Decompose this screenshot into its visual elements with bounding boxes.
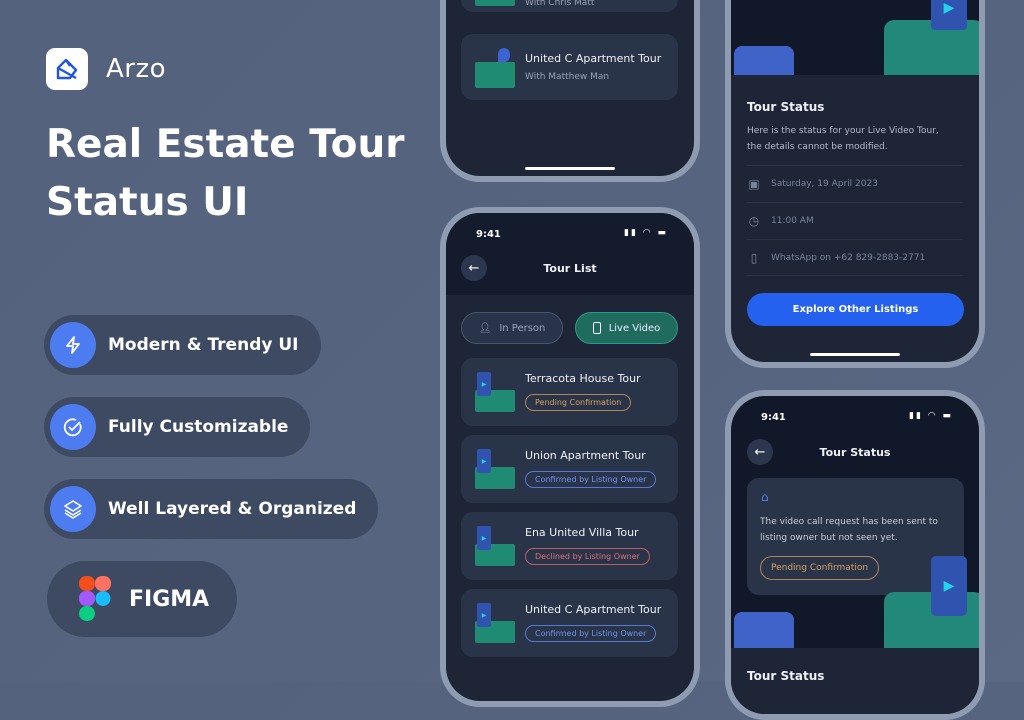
section-title: Tour Status	[747, 669, 825, 683]
headline: Real Estate Tour Status UI	[46, 122, 405, 225]
home-indicator	[810, 353, 900, 356]
date-row: ▣ Saturday, 19 April 2023	[747, 165, 963, 202]
item-title: Ena United Villa Tour	[525, 526, 639, 539]
check-circle-icon	[50, 404, 96, 450]
person-icon: 👤︎	[478, 322, 492, 334]
feature-label: Well Layered & Organized	[108, 499, 357, 519]
status-time: 9:41	[476, 229, 501, 240]
section-title: Tour Status	[747, 100, 825, 114]
status-message: The video call request has been sent to …	[760, 517, 938, 543]
status-badge: Pending Confirmation	[525, 394, 632, 411]
card-subtitle: With Chris Matt	[525, 0, 595, 8]
time-value: 11:00 AM	[771, 216, 814, 226]
house-logo-icon	[56, 58, 78, 80]
contact-value: WhatsApp on +62 829-2883-2771	[771, 252, 926, 263]
video-phone-icon: ▶	[477, 603, 491, 627]
feature-label: Modern & Trendy UI	[108, 335, 299, 355]
house-illustration-icon	[475, 62, 515, 88]
header-bar	[446, 213, 694, 295]
phone-tour-list: 9:41 ▮▮ ◠ ▬ ← Tour List 👤︎ In Person Live…	[440, 207, 700, 707]
card-title: United C Apartment Tour	[525, 52, 662, 65]
status-icons: ▮▮ ◠ ▬	[624, 228, 668, 238]
tour-card[interactable]: With Chris Matt	[461, 0, 678, 12]
status-badge: Confirmed by Listing Owner	[525, 625, 657, 642]
feature-pill: Well Layered & Organized	[44, 479, 379, 539]
location-pin-icon	[498, 48, 510, 62]
contact-row: ▯ WhatsApp on +62 829-2883-2771	[747, 239, 963, 276]
phone-tour-status-details: ▶ Tour Status Here is the status for you…	[725, 0, 985, 368]
figma-icon	[79, 576, 111, 621]
broadcast-icon: ⌂	[761, 490, 769, 504]
brand-name: Arzo	[106, 54, 167, 84]
item-title: Union Apartment Tour	[525, 449, 646, 462]
arzo-logo	[46, 48, 88, 90]
status-badge: Pending Confirmation	[760, 556, 880, 580]
figma-badge: FIGMA	[47, 561, 237, 637]
phone-tour-history: With Chris Matt United C Apartment Tour …	[440, 0, 700, 182]
page-title: Tour List	[543, 262, 597, 275]
video-phone-icon: ▶	[477, 449, 491, 473]
tour-list-item[interactable]: ▶ United C Apartment Tour Confirmed by L…	[461, 589, 678, 657]
calendar-icon: ▣	[748, 177, 760, 191]
blue-house-illustration	[734, 46, 794, 75]
video-phone-icon: ▶	[477, 526, 491, 550]
lightning-icon	[50, 322, 96, 368]
feature-pill: Modern & Trendy UI	[44, 315, 321, 375]
tab-label: In Person	[499, 322, 546, 334]
page-title: Tour Status	[819, 446, 891, 459]
home-indicator	[525, 167, 615, 170]
status-badge: Confirmed by Listing Owner	[525, 471, 657, 488]
clock-icon: ◷	[748, 214, 760, 228]
item-title: Terracota House Tour	[525, 372, 641, 385]
tab-in-person[interactable]: 👤︎ In Person	[461, 312, 563, 344]
phone-tour-status: 9:41 ▮▮ ◠ ▬ ← Tour Status ⌂ The video ca…	[725, 390, 985, 720]
tour-list-item[interactable]: ▶ Ena United Villa Tour Declined by List…	[461, 512, 678, 580]
tour-list-item[interactable]: ▶ Union Apartment Tour Confirmed by List…	[461, 435, 678, 503]
feature-pill: Fully Customizable	[44, 397, 311, 457]
video-phone-icon: ▶	[477, 372, 491, 396]
figma-label: FIGMA	[129, 586, 210, 612]
tour-card[interactable]: United C Apartment Tour With Matthew Man	[461, 34, 678, 100]
play-icon: ▶	[931, 556, 967, 616]
date-value: Saturday, 19 April 2023	[771, 179, 878, 189]
feature-label: Fully Customizable	[108, 417, 289, 437]
status-time: 9:41	[761, 412, 786, 423]
status-icons: ▮▮ ◠ ▬	[909, 411, 953, 421]
tour-list-item[interactable]: ▶ Terracota House Tour Pending Confirmat…	[461, 358, 678, 426]
play-icon: ▶	[931, 0, 967, 30]
explore-listings-button[interactable]: Explore Other Listings	[747, 293, 964, 326]
time-row: ◷ 11:00 AM	[747, 202, 963, 239]
tab-label: Live Video	[608, 322, 661, 334]
phone-icon: ▯	[750, 250, 758, 265]
layers-icon	[50, 486, 96, 532]
section-description: Here is the status for your Live Video T…	[747, 126, 939, 152]
blue-house-illustration	[734, 612, 794, 648]
tab-live-video[interactable]: Live Video	[575, 312, 678, 344]
status-badge: Declined by Listing Owner	[525, 548, 650, 565]
card-subtitle: With Matthew Man	[525, 72, 610, 82]
phone-icon	[592, 322, 601, 334]
illustration-area: ▶	[731, 0, 979, 75]
item-title: United C Apartment Tour	[525, 603, 662, 616]
house-illustration-icon	[475, 0, 515, 6]
